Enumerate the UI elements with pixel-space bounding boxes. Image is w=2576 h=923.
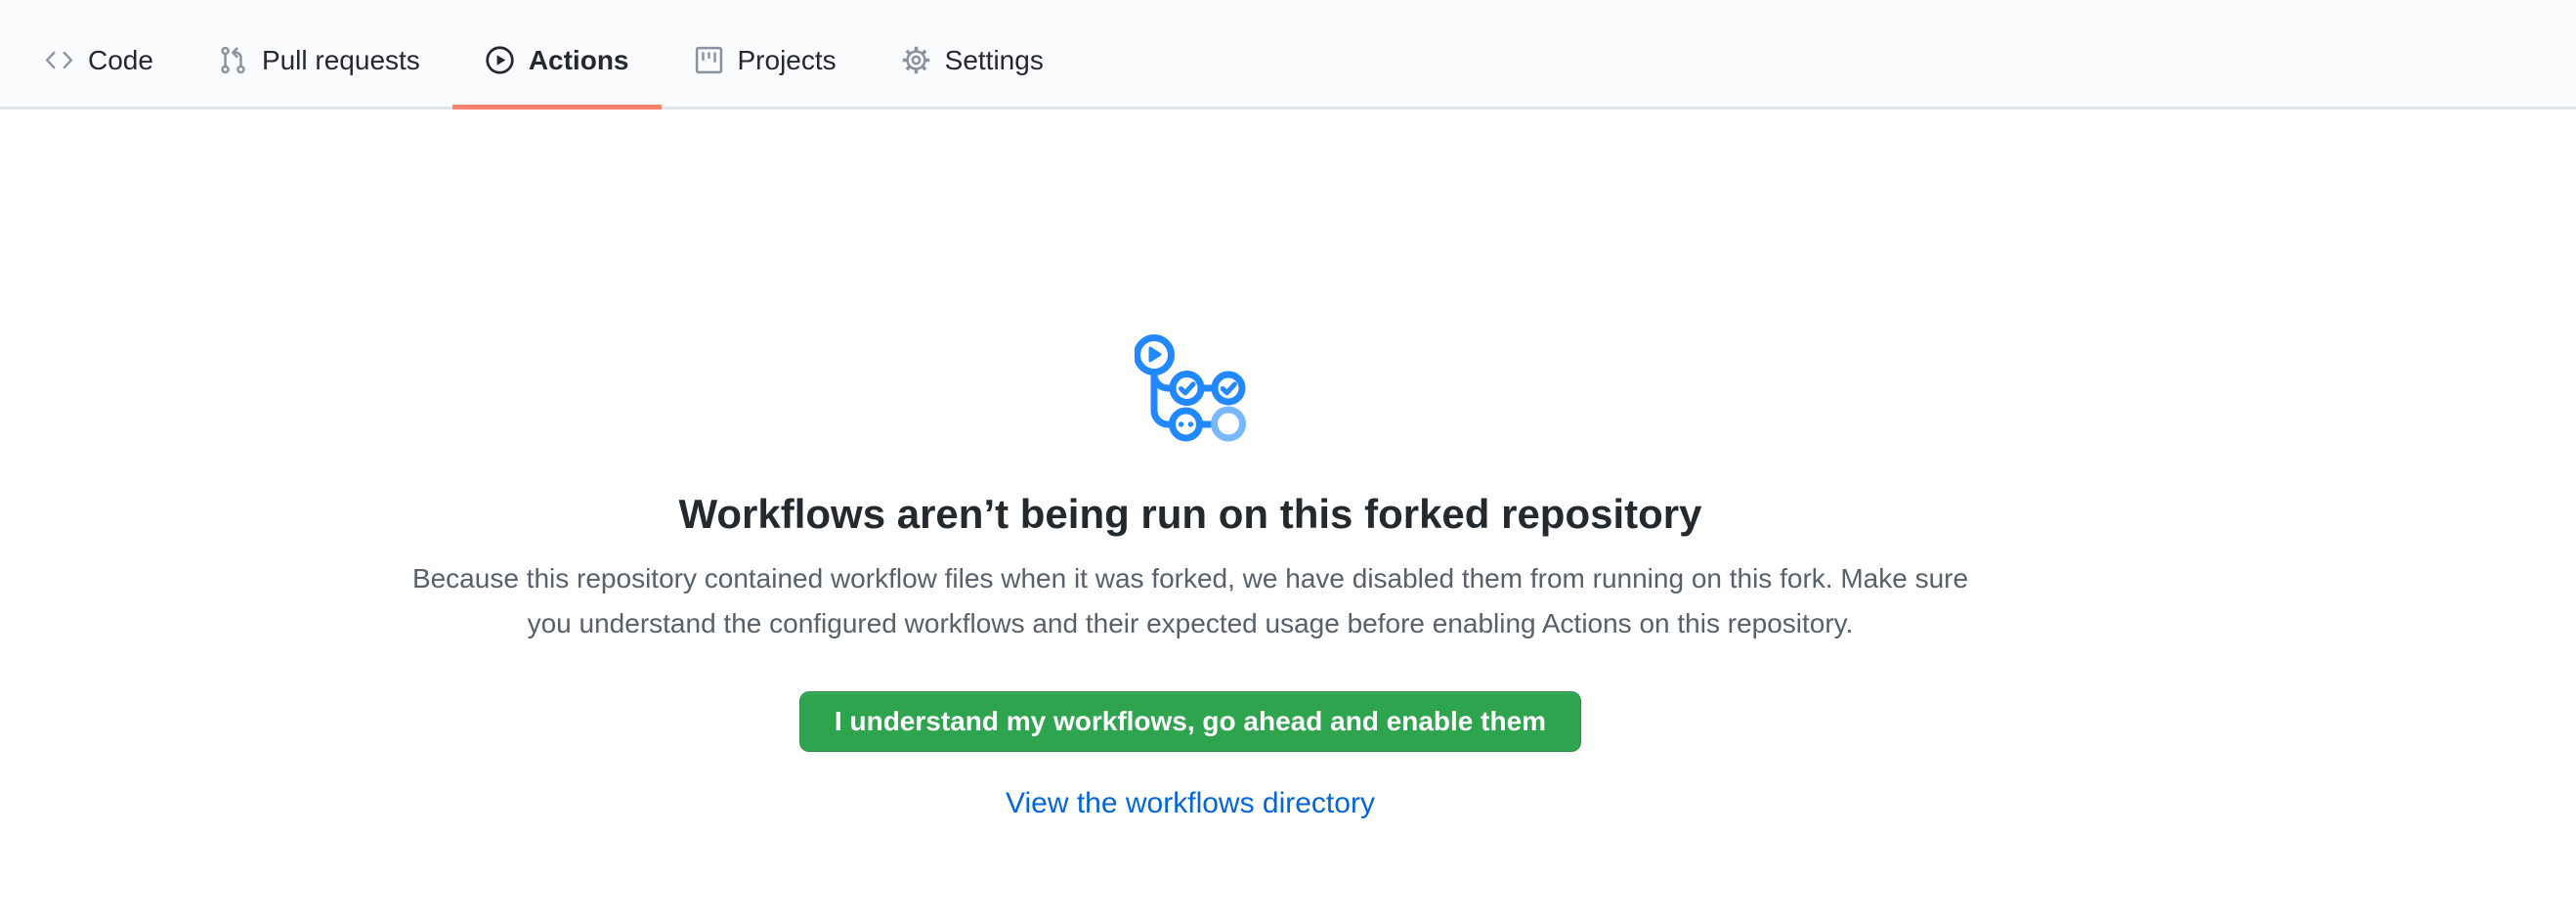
tab-actions[interactable]: Actions: [452, 14, 662, 107]
tab-projects[interactable]: Projects: [662, 14, 869, 107]
repo-nav: Code Pull requests Actions: [0, 0, 2576, 110]
blankslate-description: Because this repository contained workfl…: [404, 556, 1977, 646]
tab-label: Settings: [945, 47, 1044, 74]
actions-disabled-blankslate: Workflows aren’t being run on this forke…: [0, 334, 2381, 820]
tab-code[interactable]: Code: [12, 14, 186, 107]
view-workflows-directory-link[interactable]: View the workflows directory: [1006, 787, 1375, 819]
enable-workflows-button[interactable]: I understand my workflows, go ahead and …: [799, 691, 1581, 752]
workflow-icon: [0, 334, 2381, 447]
tab-pull-requests[interactable]: Pull requests: [186, 14, 452, 107]
tab-label: Pull requests: [262, 47, 420, 74]
git-pull-request-icon: [218, 45, 248, 75]
play-icon: [485, 45, 515, 75]
code-icon: [44, 45, 74, 75]
workflows-link-row: View the workflows directory: [0, 787, 2381, 820]
tab-label: Actions: [529, 47, 629, 74]
tab-label: Code: [88, 47, 153, 74]
blankslate-heading: Workflows aren’t being run on this forke…: [0, 488, 2381, 541]
gear-icon: [901, 45, 931, 75]
tab-label: Projects: [738, 47, 837, 74]
tab-settings[interactable]: Settings: [869, 14, 1076, 107]
project-icon: [694, 45, 724, 75]
